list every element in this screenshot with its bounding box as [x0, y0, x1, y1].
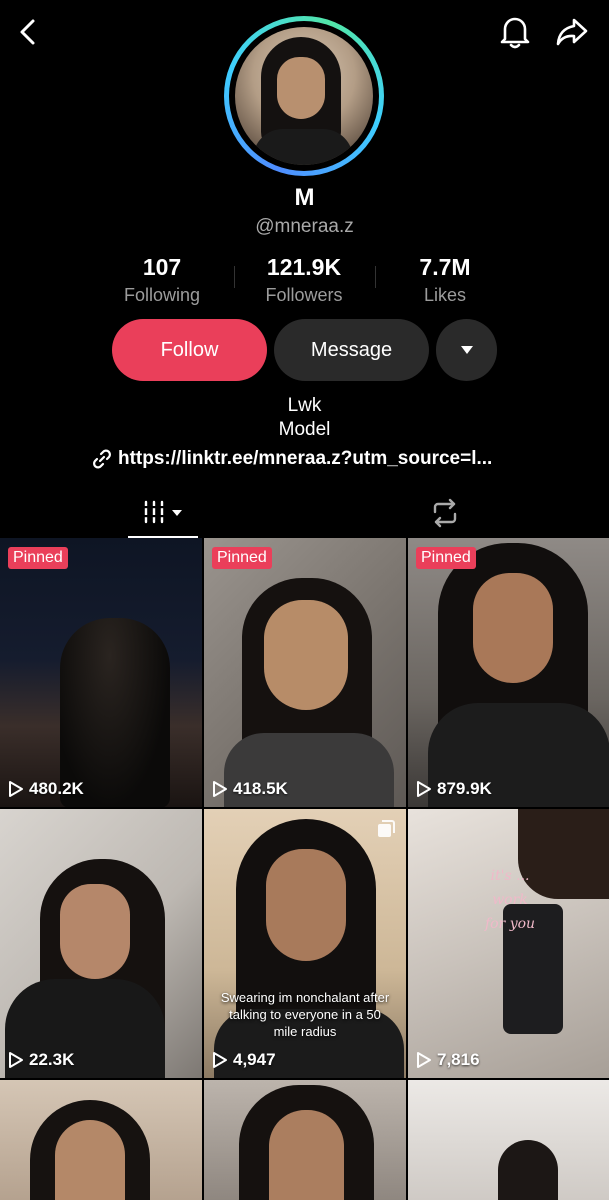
followers-stat[interactable]: 121.9K Followers: [234, 254, 374, 306]
likes-label: Likes: [423, 285, 467, 305]
caret-down-icon: [460, 346, 473, 354]
avatar[interactable]: [224, 16, 384, 176]
pinned-badge: Pinned: [212, 547, 272, 569]
repost-icon: [433, 498, 457, 528]
profile-link[interactable]: https://linktr.ee/mneraa.z?utm_source=l.…: [92, 446, 522, 472]
play-icon: [9, 1052, 23, 1068]
message-button[interactable]: Message: [274, 319, 429, 381]
view-count-text: 4,947: [233, 1050, 276, 1069]
profile-handle: @mneraa.z: [255, 216, 354, 237]
pinned-badge: Pinned: [8, 547, 68, 569]
share-arrow-icon: [556, 18, 588, 46]
video-tile[interactable]: Swearing im nonchalant after talking to …: [204, 809, 406, 1078]
view-count-text: 7,816: [437, 1050, 480, 1069]
view-count: 22.3K: [8, 1050, 74, 1070]
view-count: 418.5K: [212, 779, 288, 799]
followers-label: Followers: [265, 285, 343, 305]
video-tile[interactable]: 22.3K: [0, 809, 202, 1078]
profile-tabs: [0, 488, 609, 538]
video-caption: Swearing im nonchalant after talking to …: [220, 990, 390, 1039]
play-icon: [213, 781, 227, 797]
video-tile[interactable]: [204, 1080, 406, 1200]
view-count: 480.2K: [8, 779, 84, 799]
more-options-button[interactable]: [436, 319, 497, 381]
play-icon: [9, 781, 23, 797]
back-button[interactable]: [8, 12, 48, 52]
view-count: 4,947: [212, 1050, 276, 1070]
profile-actions: Follow Message: [0, 319, 609, 381]
view-count: 879.9K: [416, 779, 492, 799]
following-label: Following: [123, 285, 201, 305]
video-overlay-text: it's ... work for you: [484, 868, 536, 932]
video-grid: Pinned 480.2K Pinned 418.5K Pinned 879.9…: [0, 538, 609, 1200]
tab-videos[interactable]: [128, 488, 198, 538]
bio-line: Model: [278, 419, 331, 440]
followers-count: 121.9K: [266, 254, 342, 280]
play-icon: [417, 1052, 431, 1068]
video-tile[interactable]: Pinned 418.5K: [204, 538, 406, 807]
bell-icon: [500, 17, 530, 49]
following-count: 107: [142, 254, 182, 280]
video-tile[interactable]: [0, 1080, 202, 1200]
avatar-photo: [235, 27, 373, 165]
play-icon: [213, 1052, 227, 1068]
chevron-left-icon: [20, 19, 35, 45]
likes-count: 7.7M: [419, 254, 471, 280]
view-count: 7,816: [416, 1050, 480, 1070]
bio-line: Lwk: [287, 395, 322, 416]
video-tile[interactable]: [408, 1080, 609, 1200]
grid-columns-icon: [142, 500, 182, 524]
link-text: https://linktr.ee/mneraa.z?utm_source=l.…: [118, 448, 493, 469]
video-thumbnail: [498, 1140, 558, 1200]
notifications-button[interactable]: [495, 12, 535, 52]
profile-name: M: [294, 184, 315, 211]
view-count-text: 480.2K: [29, 779, 84, 798]
video-tile[interactable]: it's ... work for you 7,816: [408, 809, 609, 1078]
pinned-badge: Pinned: [416, 547, 476, 569]
profile-bio: Lwk Model: [0, 394, 609, 442]
photo-carousel-icon: [378, 820, 395, 837]
likes-stat[interactable]: 7.7M Likes: [375, 254, 515, 306]
following-stat[interactable]: 107 Following: [92, 254, 232, 306]
link-icon: [93, 449, 111, 469]
play-icon: [417, 781, 431, 797]
view-count-text: 22.3K: [29, 1050, 75, 1069]
view-count-text: 879.9K: [437, 779, 492, 798]
video-tile[interactable]: Pinned 480.2K: [0, 538, 202, 807]
video-tile[interactable]: Pinned 879.9K: [408, 538, 609, 807]
follow-button[interactable]: Follow: [112, 319, 267, 381]
tab-reposts[interactable]: [410, 488, 480, 538]
profile-stats: 107 Following 121.9K Followers 7.7M Like…: [0, 254, 609, 310]
share-button[interactable]: [550, 12, 594, 52]
view-count-text: 418.5K: [233, 779, 288, 798]
